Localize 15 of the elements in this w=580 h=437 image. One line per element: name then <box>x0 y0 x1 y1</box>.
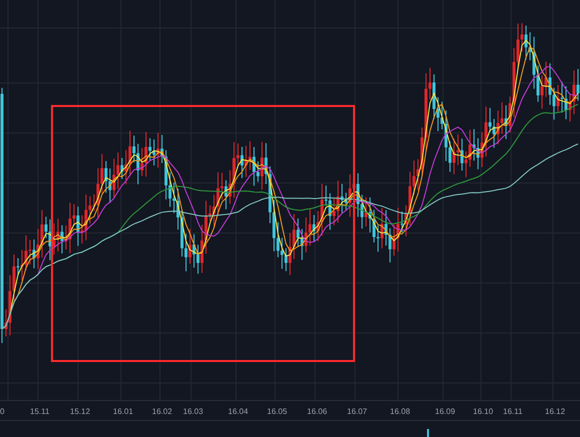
x-axis-label: 15.12 <box>70 408 90 416</box>
x-axis-label: 0 <box>0 408 4 416</box>
x-axis-label: 16.01 <box>113 408 134 416</box>
x-axis-label: 15.11 <box>30 408 50 416</box>
x-axis-label: 16.11 <box>503 408 522 416</box>
x-axis-label: 16.02 <box>152 408 172 416</box>
x-axis-label: 16.12 <box>545 408 566 416</box>
x-axis-label: 16.08 <box>390 408 410 416</box>
x-axis-label: 16.03 <box>183 408 204 416</box>
x-axis-label: 16.09 <box>435 408 456 416</box>
x-axis-label: 16.04 <box>228 408 248 416</box>
x-axis-label: 16.05 <box>267 408 288 416</box>
x-axis-label: 16.06 <box>307 408 328 416</box>
x-axis-label: 16.10 <box>473 408 494 416</box>
x-axis-label: 16.07 <box>347 408 368 416</box>
